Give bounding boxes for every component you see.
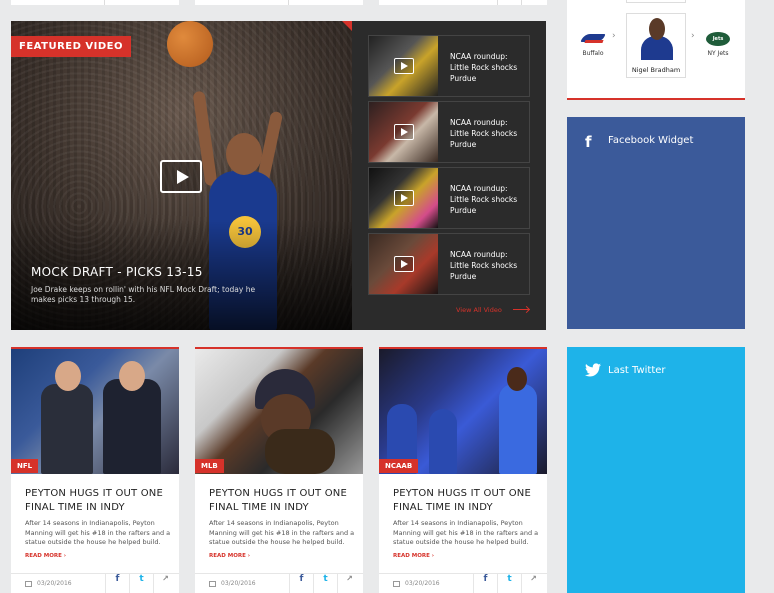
featured-video-title[interactable]: MOCK DRAFT - PICKS 13-15 [31,265,203,279]
prev-card-stub [379,0,547,5]
chevron-right-icon[interactable]: › [612,31,616,41]
category-badge[interactable]: NFL [11,459,39,473]
video-title[interactable]: NCAA roundup: Little Rock shocks Purdue [450,117,528,150]
play-icon[interactable] [394,256,414,272]
team-buffalo[interactable]: Buffalo [581,32,605,57]
team-name: Buffalo [582,50,604,57]
video-list-item[interactable]: NCAA roundup: Little Rock shocks Purdue [368,101,530,163]
article-date: 03/20/2016 [37,580,72,587]
calendar-icon [25,581,32,587]
article-date: 03/20/2016 [405,580,440,587]
facebook-share-button[interactable]: f [105,574,129,593]
article-footer: 03/20/2016 f t ↗ [11,573,179,593]
article-image[interactable] [379,349,547,474]
share-button[interactable]: ↗ [153,574,177,593]
article-image[interactable] [195,349,363,474]
article-card[interactable]: NCAAB PEYTON HUGS IT OUT ONE FINAL TIME … [379,347,547,593]
article-description: After 14 seasons in Indianapolis, Peyton… [393,519,539,546]
twitter-share-button[interactable]: t [129,574,153,593]
video-title[interactable]: NCAA roundup: Little Rock shocks Purdue [450,249,528,282]
team-name: NY Jets [707,50,729,57]
player-name: Nigel Bradham [631,66,681,74]
facebook-widget-title: Facebook Widget [608,135,694,146]
team-ny-jets[interactable]: Jets NY Jets [703,32,733,57]
facebook-share-button[interactable]: f [473,574,497,593]
article-date: 03/20/2016 [221,580,256,587]
jets-logo-icon: Jets [706,32,730,46]
twitter-widget-title: Last Twitter [608,365,666,376]
facebook-icon: f [585,133,592,151]
featured-video-description: Joe Drake keeps on rollin' with his NFL … [31,285,256,304]
play-icon[interactable] [394,124,414,140]
article-description: After 14 seasons in Indianapolis, Peyton… [209,519,355,546]
calendar-icon [209,581,216,587]
category-badge[interactable]: NCAAB [379,459,419,473]
arrow-right-icon[interactable] [513,309,529,310]
player-card[interactable]: Nigel Bradham [626,13,686,78]
video-thumbnail[interactable] [369,36,438,96]
prev-card-stub [195,0,363,5]
article-description: After 14 seasons in Indianapolis, Peyton… [25,519,171,546]
play-icon[interactable] [394,190,414,206]
article-footer: 03/20/2016 f t ↗ [379,573,547,593]
chevron-right-icon[interactable]: › [691,31,695,41]
play-icon[interactable] [160,160,202,193]
view-all-video-link[interactable]: View All Video [456,306,502,314]
play-icon[interactable] [394,58,414,74]
calendar-icon [393,581,400,587]
player-head [226,133,262,175]
article-title[interactable]: PEYTON HUGS IT OUT ONE FINAL TIME IN IND… [393,487,538,515]
twitter-icon [585,363,601,377]
bills-logo-icon [582,32,604,46]
video-thumbnail[interactable] [369,168,438,228]
facebook-share-button[interactable]: f [289,574,313,593]
basketball-image [167,21,213,67]
article-title[interactable]: PEYTON HUGS IT OUT ONE FINAL TIME IN IND… [209,487,354,515]
page: 30 FEATURED VIDEO MOCK DRAFT - PICKS 13-… [0,0,774,593]
video-list: NCAA roundup: Little Rock shocks Purdue … [368,35,530,299]
share-button[interactable]: ↗ [337,574,361,593]
twitter-widget: Last Twitter [567,347,745,593]
twitter-share-button[interactable]: t [313,574,337,593]
featured-video-hero[interactable]: 30 FEATURED VIDEO MOCK DRAFT - PICKS 13-… [11,21,352,330]
read-more-link[interactable]: READ MORE › [25,553,66,559]
video-thumbnail[interactable] [369,234,438,294]
player-card-stub [626,0,686,3]
video-list-item[interactable]: NCAA roundup: Little Rock shocks Purdue [368,167,530,229]
prev-card-stub [11,0,179,5]
player-photo [641,16,673,60]
video-thumbnail[interactable] [369,102,438,162]
article-card[interactable]: MLB PEYTON HUGS IT OUT ONE FINAL TIME IN… [195,347,363,593]
twitter-share-button[interactable]: t [497,574,521,593]
video-title[interactable]: NCAA roundup: Little Rock shocks Purdue [450,51,528,84]
article-image[interactable] [11,349,179,474]
featured-video-section: 30 FEATURED VIDEO MOCK DRAFT - PICKS 13-… [11,21,546,330]
article-footer: 03/20/2016 f t ↗ [195,573,363,593]
video-list-item[interactable]: NCAA roundup: Little Rock shocks Purdue [368,35,530,97]
read-more-link[interactable]: READ MORE › [393,553,434,559]
featured-video-badge: FEATURED VIDEO [11,36,131,57]
facebook-widget: f Facebook Widget [567,117,745,329]
article-title[interactable]: PEYTON HUGS IT OUT ONE FINAL TIME IN IND… [25,487,170,515]
article-card[interactable]: NFL PEYTON HUGS IT OUT ONE FINAL TIME IN… [11,347,179,593]
video-title[interactable]: NCAA roundup: Little Rock shocks Purdue [450,183,528,216]
category-badge[interactable]: MLB [195,459,224,473]
video-list-item[interactable]: NCAA roundup: Little Rock shocks Purdue [368,233,530,295]
share-button[interactable]: ↗ [521,574,545,593]
read-more-link[interactable]: READ MORE › [209,553,250,559]
corner-accent [342,21,352,31]
